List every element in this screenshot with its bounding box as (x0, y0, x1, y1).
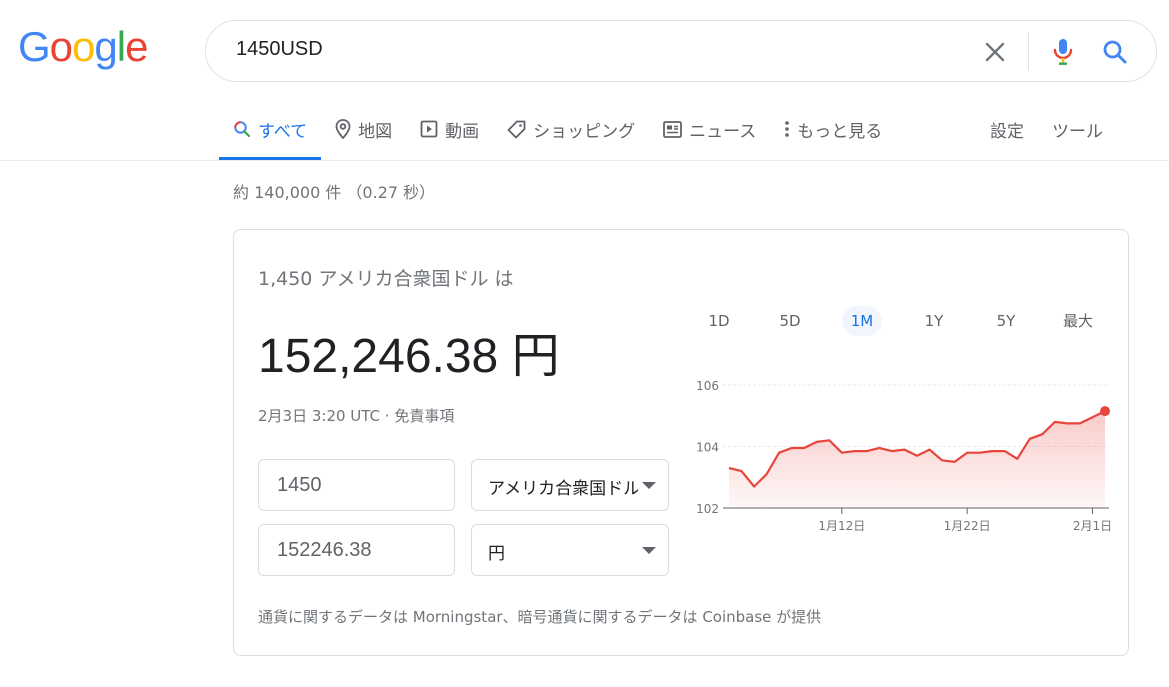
voice-search-button[interactable] (1046, 35, 1080, 69)
search-box[interactable]: 1450USD (205, 20, 1157, 82)
x-tick-label: 1月22日 (944, 519, 991, 533)
tab-videos[interactable]: 動画 (406, 100, 493, 158)
logo-letter: g (94, 23, 117, 70)
range-1d[interactable]: 1D (699, 306, 739, 336)
map-pin-icon (335, 119, 351, 139)
from-currency-select[interactable]: アメリカ合衆国ドル (471, 459, 669, 511)
settings-link[interactable]: 設定 (976, 100, 1038, 158)
tab-label: ショッピング (533, 121, 636, 142)
more-vert-icon (785, 121, 790, 137)
from-amount-field[interactable] (258, 459, 455, 511)
conversion-result: 152,246.38 円 (258, 330, 560, 383)
to-currency-value: 円 (488, 544, 505, 564)
range-1y[interactable]: 1Y (914, 306, 954, 336)
range-5d[interactable]: 5D (770, 306, 810, 336)
search-tools: 設定 ツール (976, 100, 1117, 158)
from-currency-value: アメリカ合衆国ドル (488, 479, 638, 499)
timestamp: 2月3日 3:20 UTC · 免責事項 (258, 405, 454, 426)
tab-label: ニュース (689, 121, 757, 142)
logo-letter: l (116, 23, 126, 70)
range-5y[interactable]: 5Y (986, 306, 1026, 336)
tab-label: すべて (258, 121, 308, 142)
chevron-down-icon (642, 482, 656, 489)
logo-letter: G (18, 23, 51, 70)
search-input[interactable]: 1450USD (236, 38, 323, 61)
currency-converter-card: 1,450 アメリカ合衆国ドル は 152,246.38 円 2月3日 3:20… (233, 229, 1129, 656)
close-icon (985, 42, 1005, 62)
search-icon (1103, 40, 1127, 64)
disclaimer-link[interactable]: 免責事項 (394, 407, 454, 425)
video-icon (420, 120, 438, 138)
tab-label: 動画 (445, 121, 480, 142)
range-1m[interactable]: 1M (842, 306, 882, 336)
x-tick-label: 1月12日 (818, 519, 865, 533)
exchange-rate-chart[interactable]: 102 104 106 1月12日 1月22日 2月1日 (682, 370, 1122, 550)
search-icon (234, 121, 251, 138)
data-source-note: 通貨に関するデータは Morningstar、暗号通貨に関するデータは Coin… (258, 608, 822, 626)
tag-icon (507, 120, 526, 138)
news-icon (663, 120, 683, 138)
conversion-label: 1,450 アメリカ合衆国ドル は (258, 268, 514, 290)
area-fill (729, 411, 1105, 508)
result-stats: 約 140,000 件 （0.27 秒） (233, 183, 436, 202)
google-logo[interactable]: Google (18, 23, 148, 70)
logo-letter: o (72, 23, 95, 70)
timestamp-text: 2月3日 3:20 UTC · (258, 407, 395, 425)
to-amount-input[interactable] (259, 525, 454, 575)
x-tick-label: 2月1日 (1073, 519, 1112, 533)
tab-maps[interactable]: 地図 (321, 100, 406, 158)
tabs-divider (0, 160, 1169, 161)
search-divider (1028, 32, 1029, 70)
tab-all[interactable]: すべて (219, 100, 322, 160)
logo-letter: e (125, 23, 148, 70)
logo-letter: o (49, 23, 73, 70)
tools-link[interactable]: ツール (1038, 100, 1117, 158)
y-tick-label: 104 (696, 441, 719, 455)
latest-point (1100, 406, 1110, 417)
from-amount-input[interactable] (259, 460, 454, 510)
tab-label: もっと見る (797, 121, 883, 142)
tab-more[interactable]: もっと見る (770, 100, 896, 158)
search-button[interactable] (1098, 35, 1132, 69)
clear-button[interactable] (978, 35, 1012, 69)
y-tick-label: 106 (696, 379, 719, 393)
mic-icon (1053, 39, 1073, 65)
tab-label: 地図 (358, 121, 393, 142)
to-amount-field[interactable] (258, 524, 455, 576)
tab-shopping[interactable]: ショッピング (493, 100, 649, 158)
search-tabs: すべて 地図 動画 ショッピング ニュース もっと見る (219, 100, 896, 160)
range-selector: 1D 5D 1M 1Y 5Y 最大 (692, 306, 1112, 336)
chevron-down-icon (642, 547, 656, 554)
to-currency-select[interactable]: 円 (471, 524, 669, 576)
range-max[interactable]: 最大 (1058, 306, 1098, 336)
y-tick-label: 102 (696, 502, 719, 516)
tab-news[interactable]: ニュース (649, 100, 770, 158)
